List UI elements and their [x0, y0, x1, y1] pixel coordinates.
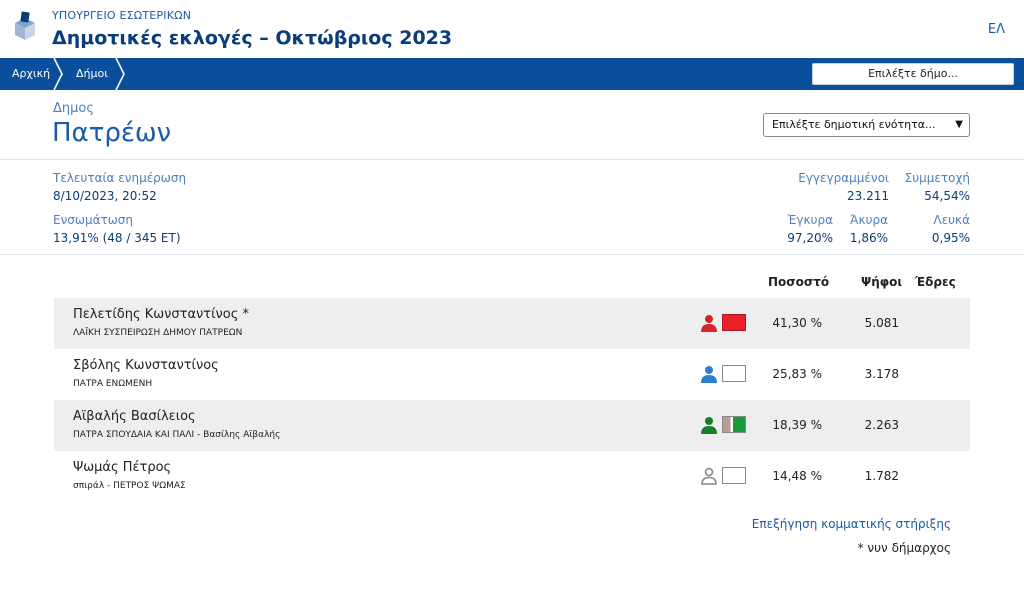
registered-value: 23.211 [847, 189, 889, 203]
turnout-label: Συμμετοχή [904, 171, 970, 185]
percent-value: 14,48 % [772, 469, 822, 483]
percent-value: 41,30 % [772, 316, 822, 330]
integration-label: Ενσωμάτωση [53, 213, 133, 227]
column-header-percent: Ποσοστό [768, 275, 830, 289]
candidate-name: Αϊβαλής Βασίλειος [73, 409, 196, 424]
app-header: ΥΠΟΥΡΓΕΙΟ ΕΣΩΤΕΡΙΚΩΝ Δημοτικές εκλογές –… [0, 0, 1024, 58]
party-color-swatch [722, 416, 746, 433]
registered-label: Εγγεγραμμένοι [798, 171, 889, 185]
breadcrumb-dimoi[interactable]: Δήμοι [76, 58, 108, 90]
person-icon [701, 417, 717, 434]
language-switch[interactable]: ΕΛ [988, 22, 1005, 37]
turnout-value: 54,54% [924, 189, 970, 203]
person-outline-icon [701, 467, 717, 485]
party-color-swatch [722, 365, 746, 382]
party-name: ΠΑΤΡΑ ΣΠΟΥΔΑΙΑ ΚΑΙ ΠΑΛΙ - Βασίλης Αϊβαλή… [73, 430, 281, 440]
party-color-swatch [722, 467, 746, 484]
chevron-down-icon: ▼ [955, 119, 963, 130]
votes-value: 3.178 [864, 367, 899, 381]
last-update-value: 8/10/2023, 20:52 [53, 189, 157, 203]
invalid-value: 1,86% [849, 231, 888, 245]
results-table: Ποσοστό Ψήφοι Έδρες Πελετίδης Κωνσταντίν… [0, 255, 1024, 595]
municipal-unit-select[interactable]: Επιλέξτε δημοτική ενότητα... ▼ [763, 113, 970, 137]
votes-value: 5.081 [864, 316, 899, 330]
party-color-swatch [722, 314, 746, 331]
municipality-name: Πατρέων [52, 118, 172, 148]
table-row[interactable]: Ψωμάς Πέτρος σπιράλ - ΠΕΤΡΟΣ ΨΩΜΑΣ 14,48… [54, 451, 970, 502]
breadcrumb-home[interactable]: Αρχική [12, 58, 50, 90]
valid-label: Έγκυρα [787, 213, 833, 227]
page-title: Δημοτικές εκλογές – Οκτώβριος 2023 [52, 27, 453, 49]
person-icon [701, 366, 717, 383]
last-update-label: Τελευταία ενημέρωση [53, 171, 187, 185]
person-icon [701, 315, 717, 332]
candidate-name: Σβόλης Κωνσταντίνος [73, 358, 219, 373]
column-header-seats: Έδρες [915, 275, 956, 289]
municipality-header: Δημος Πατρέων Επιλέξτε δημοτική ενότητα.… [0, 90, 1024, 160]
chevron-right-icon [115, 58, 125, 90]
percent-value: 25,83 % [772, 367, 822, 381]
municipal-unit-select-label: Επιλέξτε δημοτική ενότητα... [772, 118, 936, 131]
breadcrumb-bar: Αρχική Δήμοι Επιλέξτε δήμο... [0, 58, 1024, 90]
candidate-name: Πελετίδης Κωνσταντίνος * [73, 307, 249, 322]
integration-value: 13,91% (48 / 345 ΕΤ) [53, 231, 181, 245]
party-support-explanation-link[interactable]: Επεξήγηση κομματικής στήριξης [752, 517, 951, 531]
table-row[interactable]: Σβόλης Κωνσταντίνος ΠΑΤΡΑ ΕΝΩΜΕΝΗ 25,83 … [54, 349, 970, 400]
table-row[interactable]: Πελετίδης Κωνσταντίνος * ΛΑΪΚΗ ΣΥΣΠΕΙΡΩΣ… [54, 298, 970, 349]
invalid-label: Άκυρα [850, 213, 888, 227]
party-name: σπιράλ - ΠΕΤΡΟΣ ΨΩΜΑΣ [73, 481, 186, 491]
blank-value: 0,95% [931, 231, 970, 245]
municipality-kind: Δημος [53, 101, 94, 116]
party-name: ΛΑΪΚΗ ΣΥΣΠΕΙΡΩΣΗ ΔΗΜΟΥ ΠΑΤΡΕΩΝ [73, 328, 243, 338]
ballot-box-icon [15, 11, 35, 40]
blank-label: Λευκά [933, 213, 970, 227]
table-row[interactable]: Αϊβαλής Βασίλειος ΠΑΤΡΑ ΣΠΟΥΔΑΙΑ ΚΑΙ ΠΑΛ… [54, 400, 970, 451]
column-header-votes: Ψήφοι [861, 275, 903, 289]
chevron-right-icon [53, 58, 63, 90]
votes-value: 1.782 [864, 469, 899, 483]
valid-value: 97,20% [787, 231, 833, 245]
party-name: ΠΑΤΡΑ ΕΝΩΜΕΝΗ [73, 379, 153, 389]
ministry-name: ΥΠΟΥΡΓΕΙΟ ΕΣΩΤΕΡΙΚΩΝ [52, 9, 192, 22]
percent-value: 18,39 % [772, 418, 822, 432]
municipality-select[interactable]: Επιλέξτε δήμο... [812, 63, 1014, 85]
candidate-name: Ψωμάς Πέτρος [73, 460, 172, 475]
stats-panel: Τελευταία ενημέρωση 8/10/2023, 20:52 Ενσ… [0, 160, 1024, 255]
incumbent-note: * νυν δήμαρχος [857, 541, 951, 555]
votes-value: 2.263 [864, 418, 899, 432]
